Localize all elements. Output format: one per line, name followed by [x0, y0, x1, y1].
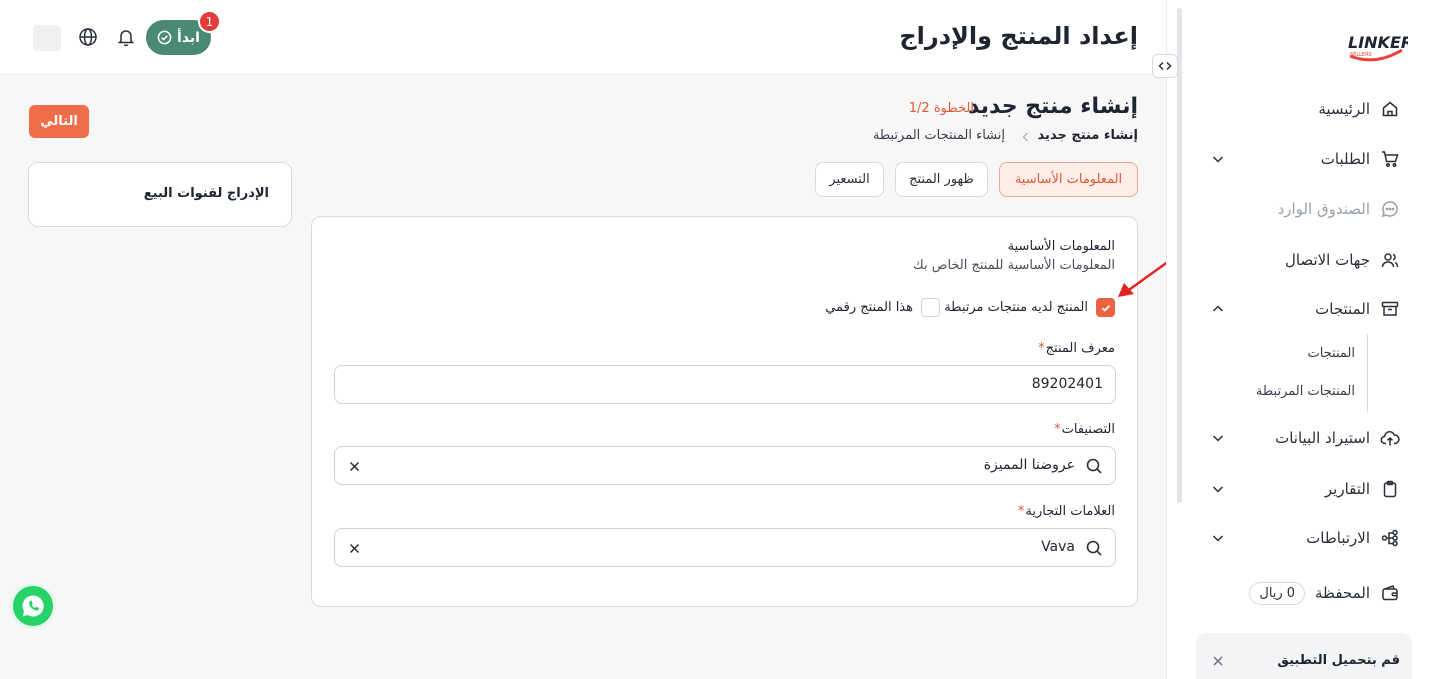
sidebar-item-orders[interactable]: الطلبات — [1210, 144, 1400, 174]
step-title: إنشاء منتج جديد — [968, 94, 1138, 119]
chevron-down-icon[interactable] — [1210, 530, 1226, 546]
brands-value: Vava — [1041, 539, 1075, 555]
clipboard-icon — [1380, 479, 1400, 499]
notification-badge: 1 — [198, 10, 221, 33]
code-arrows-icon — [1158, 61, 1172, 71]
brands-select[interactable]: Vava — [334, 528, 1116, 567]
product-id-label: معرف المنتج * — [1038, 341, 1115, 356]
submenu-item-linked-products[interactable]: المنتجات المرتبطة — [1256, 384, 1355, 399]
digital-product-label: هذا المنتج رقمي — [825, 300, 913, 315]
breadcrumb-current: إنشاء منتج جديد — [1037, 128, 1138, 143]
digital-product-checkbox-row[interactable]: هذا المنتج رقمي — [825, 298, 940, 317]
tab-pricing[interactable]: التسعير — [815, 162, 884, 197]
check-icon — [1101, 304, 1110, 312]
collapse-sidebar-button[interactable] — [1152, 54, 1178, 78]
start-button-label: ابدأ — [177, 29, 200, 46]
submenu-item-products[interactable]: المنتجات — [1307, 346, 1355, 361]
wallet-icon — [1380, 583, 1400, 603]
cloud-upload-icon — [1380, 428, 1400, 448]
wallet-balance-badge: 0 ريال — [1249, 581, 1305, 605]
sales-channels-title: الإدراج لقنوات البيع — [143, 186, 269, 201]
svg-text:SELLERS: SELLERS — [1350, 52, 1372, 58]
sidebar-item-products[interactable]: المنتجات — [1210, 294, 1400, 324]
tab-basic-info[interactable]: المعلومات الأساسية — [999, 162, 1138, 197]
sidebar-item-contacts[interactable]: جهات الاتصال — [1210, 245, 1400, 275]
globe-icon[interactable] — [78, 27, 98, 47]
cart-icon — [1380, 149, 1400, 169]
product-id-input[interactable]: 89202401 — [334, 365, 1116, 404]
chat-icon — [1380, 199, 1400, 219]
sidebar-item-inbox[interactable]: الصندوق الوارد — [1210, 194, 1400, 224]
categories-value: عروضنا المميزة — [983, 457, 1075, 473]
page-title: إعداد المنتج والإدراج — [899, 22, 1138, 50]
chevron-up-icon[interactable] — [1210, 301, 1226, 317]
chevron-down-icon[interactable] — [1210, 430, 1226, 446]
store-avatar[interactable] — [33, 25, 61, 51]
whatsapp-icon — [22, 595, 44, 617]
download-app-card[interactable]: قم بتحميل التطبيق — [1196, 633, 1412, 679]
home-icon — [1380, 99, 1400, 119]
categories-select[interactable]: عروضنا المميزة — [334, 446, 1116, 485]
clear-icon[interactable] — [349, 461, 360, 472]
top-header: إعداد المنتج والإدراج ابدأ 1 — [0, 0, 1166, 75]
share-icon — [1380, 528, 1400, 548]
sales-channels-card[interactable]: الإدراج لقنوات البيع — [28, 162, 292, 227]
chevron-down-icon[interactable] — [1210, 481, 1226, 497]
sidebar: LINKER SELLERS الرئيسية الطلبات الصندوق … — [1166, 0, 1430, 679]
linked-products-label: المنتج لديه منتجات مرتبطة — [944, 300, 1088, 315]
sidebar-scrollbar[interactable] — [1177, 8, 1182, 503]
section-subtitle: المعلومات الأساسية للمنتج الخاص بك — [913, 258, 1115, 273]
download-app-title: قم بتحميل التطبيق — [1277, 653, 1400, 668]
categories-label: التصنيفات * — [1054, 422, 1115, 437]
check-circle-icon — [157, 30, 172, 45]
step-count: الخطوة 1/2 — [908, 101, 974, 116]
whatsapp-button[interactable] — [10, 583, 56, 629]
section-title: المعلومات الأساسية — [1007, 239, 1115, 254]
sidebar-item-home[interactable]: الرئيسية — [1210, 94, 1400, 124]
breadcrumb-link[interactable]: إنشاء المنتجات المرتبطة — [873, 128, 1005, 143]
basic-info-card: المعلومات الأساسية المعلومات الأساسية لل… — [311, 216, 1138, 607]
search-icon — [1085, 539, 1103, 557]
bell-icon[interactable] — [116, 27, 136, 47]
users-icon — [1380, 250, 1400, 270]
sidebar-item-import-data[interactable]: استيراد البيانات — [1210, 423, 1400, 453]
archive-icon — [1380, 299, 1400, 319]
product-id-value: 89202401 — [1031, 376, 1103, 392]
svg-text:LINKER: LINKER — [1348, 33, 1408, 52]
products-submenu: المنتجات المنتجات المرتبطة — [1208, 334, 1368, 412]
linked-products-checkbox-row[interactable]: المنتج لديه منتجات مرتبطة — [944, 298, 1115, 317]
chevron-left-icon — [1020, 131, 1032, 143]
linked-products-checkbox[interactable] — [1096, 298, 1115, 317]
digital-product-checkbox[interactable] — [921, 298, 940, 317]
brands-label: العلامات التجارية * — [1017, 504, 1115, 519]
tab-product-visibility[interactable]: ظهور المنتج — [895, 162, 988, 197]
next-button[interactable]: التالي — [29, 105, 89, 138]
chevron-down-icon[interactable] — [1210, 151, 1226, 167]
sidebar-item-integrations[interactable]: الارتباطات — [1210, 523, 1400, 553]
search-icon — [1085, 457, 1103, 475]
sidebar-item-wallet[interactable]: المحفظة 0 ريال — [1249, 578, 1400, 608]
sidebar-item-reports[interactable]: التقارير — [1210, 474, 1400, 504]
clear-icon[interactable] — [349, 543, 360, 554]
close-icon[interactable] — [1212, 655, 1224, 667]
linker-logo[interactable]: LINKER SELLERS — [1344, 22, 1408, 66]
